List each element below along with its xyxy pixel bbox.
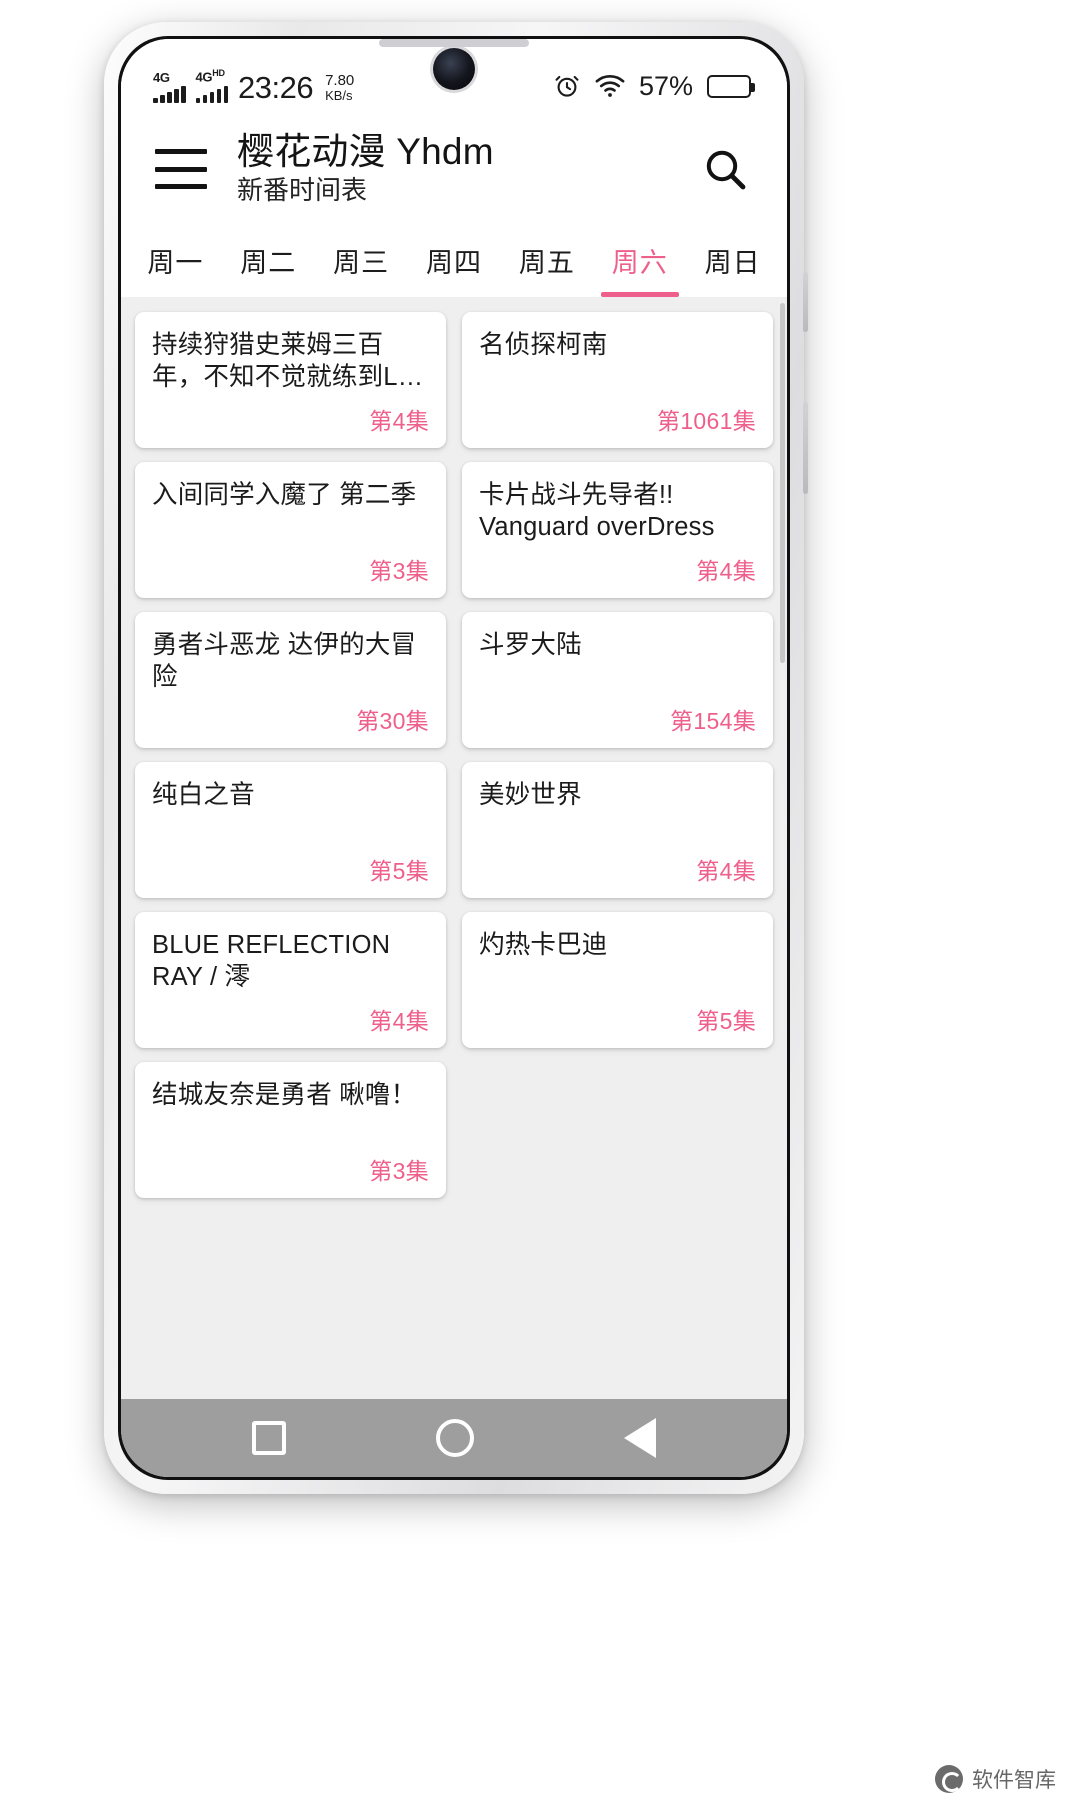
- anime-title: 卡片战斗先导者!! Vanguard overDress: [479, 481, 715, 542]
- triangle-back-icon[interactable]: [624, 1418, 656, 1458]
- anime-episode-badge: 第4集: [696, 558, 756, 584]
- weekday-tab-1[interactable]: 周二: [222, 223, 315, 297]
- vertical-scrollbar[interactable]: [780, 303, 785, 663]
- anime-episode-badge: 第154集: [670, 708, 756, 734]
- anime-title: BLUE REFLECTION RAY / 澪: [152, 931, 391, 992]
- anime-card[interactable]: 结城友奈是勇者 啾噜！ 第3集: [135, 1062, 446, 1198]
- app-bar-titles: 樱花动漫 Yhdm 新番时间表: [237, 131, 697, 207]
- sim1-signal-bars-icon: [153, 85, 186, 103]
- front-camera-icon: [433, 48, 475, 90]
- anime-title: 入间同学入魔了 第二季: [152, 481, 417, 509]
- earpiece-speaker: [379, 39, 529, 47]
- status-bar-right: 57%: [553, 70, 755, 102]
- anime-card-slot: 入间同学入魔了 第二季第3集: [127, 455, 454, 605]
- anime-episode-badge: 第4集: [369, 408, 429, 434]
- hamburger-menu-icon[interactable]: [155, 149, 207, 189]
- wifi-icon: [595, 74, 625, 97]
- anime-title: 名侦探柯南: [479, 331, 608, 359]
- watermark: 软件智库: [935, 1764, 1056, 1794]
- search-button[interactable]: [697, 141, 753, 197]
- anime-title: 灼热卡巴迪: [479, 931, 608, 959]
- anime-episode-badge: 第1061集: [657, 408, 756, 434]
- anime-card-slot: 卡片战斗先导者!! Vanguard overDress 第4集: [454, 455, 781, 605]
- anime-episode-badge: 第4集: [369, 1008, 429, 1034]
- anime-episode-badge: 第4集: [696, 858, 756, 884]
- weekday-tab-4[interactable]: 周五: [500, 223, 593, 297]
- anime-card[interactable]: 斗罗大陆第154集: [462, 612, 773, 748]
- network-speed-value: 7.80: [325, 72, 355, 90]
- page-title: 樱花动漫 Yhdm: [237, 131, 494, 173]
- anime-episode-badge: 第5集: [369, 858, 429, 884]
- anime-card[interactable]: 卡片战斗先导者!! Vanguard overDress 第4集: [462, 462, 773, 598]
- status-bar-left: 4G 4GHD 23:26 7.80 KB/s: [153, 68, 354, 105]
- volume-up-button[interactable]: [803, 272, 808, 332]
- anime-card-slot: 美妙世界第4集: [454, 755, 781, 905]
- anime-episode-badge: 第30集: [356, 708, 429, 734]
- weekday-tab-5[interactable]: 周六: [593, 223, 686, 297]
- anime-card[interactable]: 灼热卡巴迪第5集: [462, 912, 773, 1048]
- watermark-logo-icon: [935, 1765, 963, 1793]
- anime-card-slot: 勇者斗恶龙 达伊的大冒险第30集: [127, 605, 454, 755]
- schedule-content: 持续狩猎史莱姆三百年，不知不觉就练到L… 第4集 名侦探柯南第1061集入间同学入魔…: [121, 297, 787, 1399]
- device-bezel: 4G 4GHD 23:26 7.80 KB/s 57% 樱花动漫 Yhdm 新番…: [118, 36, 790, 1480]
- alarm-clock-icon: [555, 75, 579, 97]
- anime-card-slot: [454, 1055, 781, 1205]
- anime-card[interactable]: 美妙世界第4集: [462, 762, 773, 898]
- app-bar: 樱花动漫 Yhdm 新番时间表: [121, 115, 787, 223]
- battery-icon: [707, 74, 755, 98]
- sim2-signal-bars-icon: [195, 85, 228, 103]
- weekday-tab-bar[interactable]: 周一 周二 周三 周四 周五 周六 周日: [121, 223, 787, 297]
- anime-episode-badge: 第3集: [369, 558, 429, 584]
- anime-card-slot: 结城友奈是勇者 啾噜！ 第3集: [127, 1055, 454, 1205]
- sim1-network-label: 4G: [153, 69, 170, 85]
- weekday-tab-0[interactable]: 周一: [129, 223, 222, 297]
- anime-title: 结城友奈是勇者 啾噜！: [152, 1081, 417, 1109]
- circle-home-icon[interactable]: [436, 1419, 474, 1457]
- anime-card-slot: 名侦探柯南第1061集: [454, 305, 781, 455]
- battery-percent-label: 57%: [638, 70, 693, 101]
- sim2-network-label: 4GHD: [195, 68, 225, 85]
- weekday-tab-6[interactable]: 周日: [686, 223, 779, 297]
- status-clock: 23:26: [238, 69, 314, 105]
- anime-card[interactable]: 纯白之音第5集: [135, 762, 446, 898]
- anime-title: 美妙世界: [479, 781, 582, 809]
- power-button[interactable]: [803, 402, 808, 494]
- anime-episode-badge: 第5集: [696, 1008, 756, 1034]
- anime-card[interactable]: 持续狩猎史莱姆三百年，不知不觉就练到L… 第4集: [135, 312, 446, 448]
- anime-card[interactable]: BLUE REFLECTION RAY / 澪第4集: [135, 912, 446, 1048]
- search-icon: [706, 150, 746, 190]
- anime-title: 持续狩猎史莱姆三百年，不知不觉就练到L…: [152, 331, 424, 392]
- square-recents-icon[interactable]: [252, 1421, 286, 1455]
- anime-card-slot: 斗罗大陆第154集: [454, 605, 781, 755]
- anime-card-grid: 持续狩猎史莱姆三百年，不知不觉就练到L… 第4集 名侦探柯南第1061集入间同学入魔…: [127, 305, 781, 1205]
- screenshot-root: 4G 4GHD 23:26 7.80 KB/s 57% 樱花动漫 Yhdm 新番…: [0, 0, 1080, 1816]
- anime-title: 纯白之音: [152, 781, 255, 809]
- page-subtitle: 新番时间表: [237, 175, 368, 206]
- phone-device-frame: 4G 4GHD 23:26 7.80 KB/s 57% 樱花动漫 Yhdm 新番…: [104, 22, 808, 1494]
- anime-episode-badge: 第3集: [369, 1158, 429, 1184]
- watermark-label: 软件智库: [972, 1769, 1056, 1792]
- anime-card-slot: 灼热卡巴迪第5集: [454, 905, 781, 1055]
- network-speed-unit: KB/s: [325, 88, 353, 104]
- weekday-tab-3[interactable]: 周四: [408, 223, 501, 297]
- anime-card-slot: BLUE REFLECTION RAY / 澪第4集: [127, 905, 454, 1055]
- anime-card-slot: 持续狩猎史莱姆三百年，不知不觉就练到L… 第4集: [127, 305, 454, 455]
- sim2-signal-indicator: 4GHD: [195, 68, 228, 103]
- anime-card-slot: 纯白之音第5集: [127, 755, 454, 905]
- sim1-signal-indicator: 4G: [153, 71, 186, 103]
- network-speed-indicator: 7.80 KB/s: [325, 73, 354, 102]
- anime-card[interactable]: 勇者斗恶龙 达伊的大冒险第30集: [135, 612, 446, 748]
- weekday-tab-2[interactable]: 周三: [315, 223, 408, 297]
- phone-screen: 4G 4GHD 23:26 7.80 KB/s 57% 樱花动漫 Yhdm 新番…: [121, 39, 787, 1477]
- anime-title: 斗罗大陆: [479, 631, 582, 659]
- anime-card[interactable]: 入间同学入魔了 第二季第3集: [135, 462, 446, 598]
- anime-title: 勇者斗恶龙 达伊的大冒险: [152, 631, 417, 692]
- anime-card[interactable]: 名侦探柯南第1061集: [462, 312, 773, 448]
- android-navigation-bar[interactable]: [121, 1399, 787, 1477]
